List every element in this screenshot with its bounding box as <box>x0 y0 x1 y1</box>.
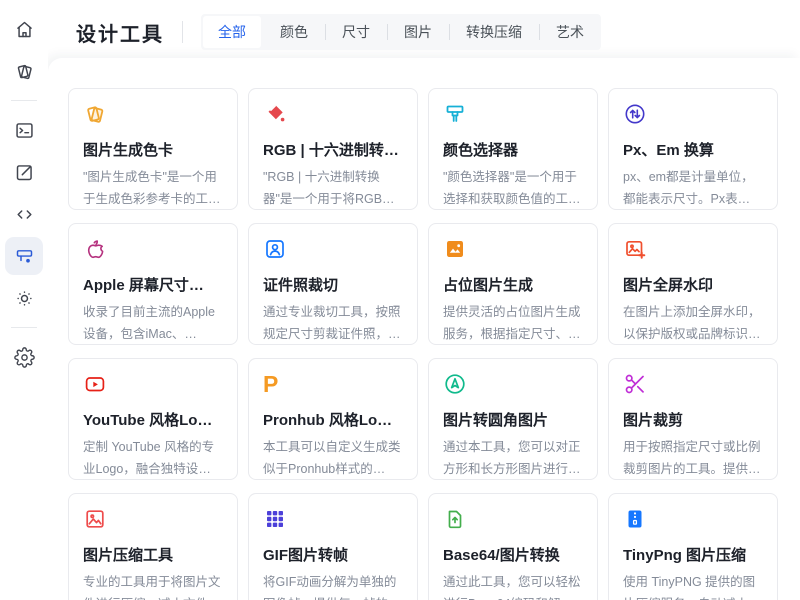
paint-bucket-icon <box>263 102 287 126</box>
sidebar-item-terminal[interactable] <box>5 111 43 149</box>
header-divider <box>182 21 183 43</box>
zip-file-icon <box>623 507 647 531</box>
sidebar <box>0 0 48 600</box>
sidebar-item-settings[interactable] <box>5 338 43 376</box>
color-cards-icon <box>14 61 35 82</box>
tool-card[interactable]: 图片裁剪 用于按照指定尺寸或比例裁剪图片的工具。提供简便… <box>608 358 778 480</box>
tool-card[interactable]: 证件照裁切 通过专业裁切工具，按照规定尺寸剪裁证件照，确保… <box>248 223 418 345</box>
swap-vertical-icon <box>623 102 647 126</box>
tool-card-title: 图片转圆角图片 <box>443 409 583 430</box>
image-icon <box>83 507 107 531</box>
design-tools-icon <box>14 246 35 267</box>
placeholder-image-icon <box>443 237 467 261</box>
sidebar-divider <box>11 327 37 328</box>
page-title: 设计工具 <box>76 18 164 47</box>
sidebar-item-home[interactable] <box>5 10 43 48</box>
edit-icon <box>14 162 35 183</box>
tool-card-title: TinyPng 图片压缩 <box>623 544 763 565</box>
tool-card-title: 图片生成色卡 <box>83 139 223 160</box>
tool-card-title: 图片压缩工具 <box>83 544 223 565</box>
tool-card[interactable]: Apple 屏幕尺寸… 收录了目前主流的Apple设备，包含iMac、… <box>68 223 238 345</box>
tool-card[interactable]: 图片全屏水印 在图片上添加全屏水印，以保护版权或品牌标识。水… <box>608 223 778 345</box>
tool-card-desc: px、em都是计量单位，都能表示尺寸。Px表示"绝… <box>623 167 763 210</box>
sidebar-item-code[interactable] <box>5 195 43 233</box>
tool-card-title: Base64/图片转换 <box>443 544 583 565</box>
frames-grid-icon <box>263 507 287 531</box>
tool-card-desc: 专业的工具用于将图片文件进行压缩，减小文件大小… <box>83 572 223 600</box>
letter-p-icon: P <box>263 372 287 396</box>
tool-card[interactable]: P Pronhub 风格Lo… 本工具可以自定义生成类似于Pronhub样式的L… <box>248 358 418 480</box>
brush-icon <box>443 102 467 126</box>
sidebar-item-theme[interactable] <box>5 279 43 317</box>
image-add-icon <box>623 237 647 261</box>
tool-card-desc: 使用 TinyPNG 提供的图片压缩服务，自动减小图像… <box>623 572 763 600</box>
tool-card-desc: 通过专业裁切工具，按照规定尺寸剪裁证件照，确保… <box>263 302 403 345</box>
tab-all[interactable]: 全部 <box>203 16 261 48</box>
tool-card[interactable]: Base64/图片转换 通过此工具，您可以轻松进行Base64编码和解码，实… <box>428 493 598 600</box>
tool-card-title: Pronhub 风格Lo… <box>263 409 403 430</box>
compass-icon <box>443 372 467 396</box>
tool-card-desc: "RGB | 十六进制转换器"是一个用于将RGB颜色值和… <box>263 167 403 210</box>
home-icon <box>14 19 35 40</box>
tool-card-title: 占位图片生成 <box>443 274 583 295</box>
code-icon <box>14 204 35 225</box>
tool-card[interactable]: TinyPng 图片压缩 使用 TinyPNG 提供的图片压缩服务，自动减小图像… <box>608 493 778 600</box>
tool-card[interactable]: Px、Em 换算 px、em都是计量单位，都能表示尺寸。Px表示"绝… <box>608 88 778 210</box>
tab-image[interactable]: 图片 <box>387 14 449 50</box>
tool-card-title: 图片全屏水印 <box>623 274 763 295</box>
tool-card-desc: 用于按照指定尺寸或比例裁剪图片的工具。提供简便… <box>623 437 763 480</box>
sidebar-divider <box>11 100 37 101</box>
tool-card[interactable]: YouTube 风格Lo… 定制 YouTube 风格的专业Logo，融合独特设… <box>68 358 238 480</box>
tool-card-title: GIF图片转帧 <box>263 544 403 565</box>
tool-card[interactable]: 图片压缩工具 专业的工具用于将图片文件进行压缩，减小文件大小… <box>68 493 238 600</box>
tool-card-desc: 本工具可以自定义生成类似于Pronhub样式的Logo，… <box>263 437 403 480</box>
tab-size[interactable]: 尺寸 <box>325 14 387 50</box>
tool-card-desc: 提供灵活的占位图片生成服务，根据指定尺寸、颜色… <box>443 302 583 345</box>
tool-card-desc: 通过本工具，您可以对正方形和长方形图片进行圆角… <box>443 437 583 480</box>
tool-card-title: RGB | 十六进制转… <box>263 139 403 160</box>
id-photo-icon <box>263 237 287 261</box>
tool-card[interactable]: 占位图片生成 提供灵活的占位图片生成服务，根据指定尺寸、颜色… <box>428 223 598 345</box>
tool-card-desc: "颜色选择器"是一个用于选择和获取颜色值的工具。… <box>443 167 583 210</box>
color-cards-icon <box>83 102 107 126</box>
apple-icon <box>83 237 107 261</box>
category-tabbar: 全部 颜色 尺寸 图片 转换压缩 艺术 <box>201 14 601 50</box>
header: 设计工具 全部 颜色 尺寸 图片 转换压缩 艺术 <box>48 0 800 58</box>
tool-card-title: YouTube 风格Lo… <box>83 409 223 430</box>
tab-convert-compress[interactable]: 转换压缩 <box>449 14 539 50</box>
tool-card-title: Px、Em 换算 <box>623 139 763 160</box>
tool-card[interactable]: GIF图片转帧 将GIF动画分解为单独的图像帧。提供每一帧的输出… <box>248 493 418 600</box>
tool-card-desc: 在图片上添加全屏水印，以保护版权或品牌标识。水… <box>623 302 763 345</box>
tool-card-title: 颜色选择器 <box>443 139 583 160</box>
tool-card-title: 图片裁剪 <box>623 409 763 430</box>
theme-brightness-icon <box>14 288 35 309</box>
sidebar-item-edit[interactable] <box>5 153 43 191</box>
youtube-icon <box>83 372 107 396</box>
tool-card[interactable]: RGB | 十六进制转… "RGB | 十六进制转换器"是一个用于将RGB颜色值… <box>248 88 418 210</box>
content-panel: 图片生成色卡 "图片生成色卡"是一个用于生成色彩参考卡的工具。… RGB | 十… <box>48 58 800 600</box>
terminal-icon <box>14 120 35 141</box>
tool-card-desc: 将GIF动画分解为单独的图像帧。提供每一帧的输出… <box>263 572 403 600</box>
tool-card-grid: 图片生成色卡 "图片生成色卡"是一个用于生成色彩参考卡的工具。… RGB | 十… <box>68 88 780 600</box>
tool-card-desc: 定制 YouTube 风格的专业Logo，融合独特设计元… <box>83 437 223 480</box>
tool-card[interactable]: 图片生成色卡 "图片生成色卡"是一个用于生成色彩参考卡的工具。… <box>68 88 238 210</box>
tab-color[interactable]: 颜色 <box>263 14 325 50</box>
tool-card[interactable]: 图片转圆角图片 通过本工具，您可以对正方形和长方形图片进行圆角… <box>428 358 598 480</box>
sidebar-item-color-cards[interactable] <box>5 52 43 90</box>
tool-card-desc: "图片生成色卡"是一个用于生成色彩参考卡的工具。… <box>83 167 223 210</box>
scissors-icon <box>623 372 647 396</box>
tool-card-desc: 收录了目前主流的Apple设备，包含iMac、… <box>83 302 223 345</box>
tab-art[interactable]: 艺术 <box>539 14 601 50</box>
tool-card-desc: 通过此工具，您可以轻松进行Base64编码和解码，实… <box>443 572 583 600</box>
settings-gear-icon <box>14 347 35 368</box>
tool-card-title: 证件照裁切 <box>263 274 403 295</box>
file-upload-icon <box>443 507 467 531</box>
sidebar-item-design-tools[interactable] <box>5 237 43 275</box>
tool-card-title: Apple 屏幕尺寸… <box>83 274 223 295</box>
tool-card[interactable]: 颜色选择器 "颜色选择器"是一个用于选择和获取颜色值的工具。… <box>428 88 598 210</box>
